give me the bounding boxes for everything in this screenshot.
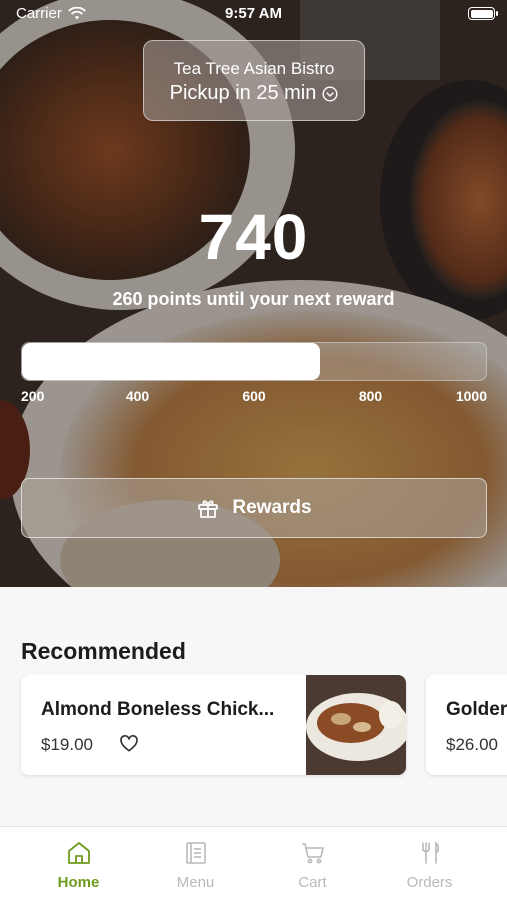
item-name: Golder: [446, 699, 507, 720]
progress-tick-labels: 200 400 600 800 1000: [21, 388, 487, 408]
recommended-item-card[interactable]: Almond Boneless Chick... $19.00: [21, 675, 406, 775]
pickup-time-label: Pickup in 25 min: [169, 82, 317, 104]
progress-tick-label: 1000: [455, 388, 487, 404]
item-price: $26.00: [446, 735, 498, 754]
item-name: Almond Boneless Chick...: [41, 699, 275, 720]
item-photo: [306, 675, 406, 775]
points-until-reward: 260 points until your next reward: [112, 289, 395, 309]
heart-icon[interactable]: [119, 734, 139, 754]
tab-menu[interactable]: Menu: [132, 827, 259, 900]
menu-icon: [185, 842, 206, 864]
gift-icon: [198, 500, 219, 518]
status-bar: Carrier 9:57 AM: [0, 0, 507, 28]
store-selector-button[interactable]: Tea Tree Asian Bistro Pickup in 25 min: [143, 40, 365, 121]
battery-icon: [468, 7, 498, 20]
item-price: $19.00: [41, 735, 93, 754]
progress-tick-label: 200: [21, 388, 45, 404]
tab-menu-label: Menu: [176, 874, 215, 891]
chevron-down-circle-icon: [322, 85, 338, 102]
tab-cart-label: Cart: [298, 874, 327, 891]
cart-icon: [301, 843, 324, 864]
tab-home-label: Home: [57, 874, 100, 891]
tab-orders[interactable]: Orders: [366, 827, 493, 900]
rewards-button-label: Rewards: [232, 497, 312, 518]
progress-tick-label: 400: [125, 388, 150, 404]
pickup-time-row: Pickup in 25 min: [144, 82, 364, 105]
hero-banner: Carrier 9:57 AM Tea Tree Asian Bistro Pi…: [0, 0, 507, 587]
store-name: Tea Tree Asian Bistro: [173, 59, 335, 78]
progress-tick-label: 800: [358, 388, 383, 404]
points-balance: 740: [198, 201, 309, 273]
home-icon: [67, 842, 90, 864]
progress-tick-label: 600: [242, 388, 266, 404]
status-time: 9:57 AM: [225, 5, 282, 22]
rewards-progress-fill: [22, 343, 320, 380]
rewards-button[interactable]: Rewards: [21, 478, 487, 538]
rewards-progress-bar: [21, 342, 487, 381]
recommended-title: Recommended: [21, 638, 186, 664]
recommended-carousel[interactable]: Almond Boneless Chick... $19.00 Golder $…: [0, 675, 507, 780]
utensils-icon: [421, 841, 439, 864]
tab-home[interactable]: Home: [15, 827, 142, 900]
bottom-tab-bar: Home Menu Cart Orders: [0, 826, 507, 900]
tab-cart[interactable]: Cart: [249, 827, 376, 900]
tab-orders-label: Orders: [406, 874, 453, 891]
recommended-item-card[interactable]: Golder $26.00: [426, 675, 507, 775]
